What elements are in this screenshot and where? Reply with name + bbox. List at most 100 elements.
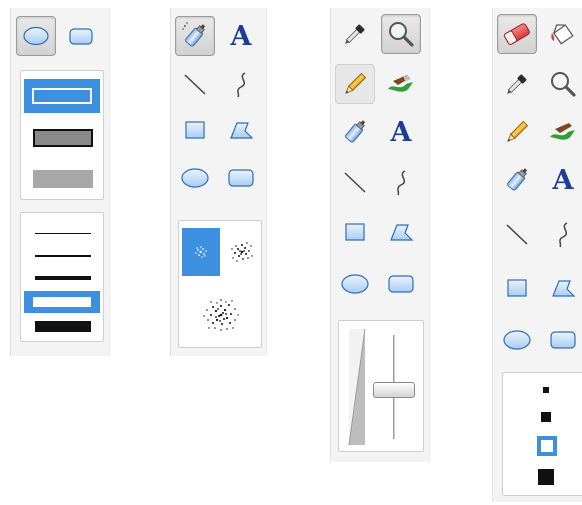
eyedropper-tool[interactable] [335, 14, 375, 54]
curve-icon [237, 72, 246, 98]
spray-large[interactable] [193, 289, 249, 341]
rounded-rect-tool[interactable] [543, 320, 582, 360]
polygon-icon [552, 280, 576, 297]
eraser-tool[interactable] [497, 14, 537, 54]
airbrush-icon [182, 22, 206, 47]
zoom-options-toolbar: A [330, 8, 430, 462]
ellipse-tool[interactable] [16, 16, 56, 56]
eyedropper-icon [507, 74, 527, 94]
rounded-rect-tool[interactable] [61, 16, 101, 56]
curve-icon [397, 170, 406, 196]
magnifier-tool[interactable] [543, 64, 582, 104]
polygon-tool[interactable] [381, 212, 421, 252]
line-icon [506, 224, 528, 245]
airbrush-icon [345, 120, 366, 143]
line-icon [344, 172, 366, 193]
shape-options-toolbar [10, 8, 110, 356]
ellipse-icon [23, 26, 49, 46]
line-width-3[interactable] [35, 276, 91, 280]
airbrush-tool[interactable] [175, 16, 215, 56]
ellipse-tool[interactable] [497, 320, 537, 360]
ellipse-tool[interactable] [335, 264, 375, 304]
magnifier-icon [389, 22, 414, 47]
fill-bucket-tool[interactable] [543, 14, 582, 54]
polygon-icon [390, 224, 414, 241]
ellipse-tool[interactable] [175, 158, 215, 198]
pencil-tool[interactable] [335, 64, 375, 104]
eyedropper-tool[interactable] [497, 64, 537, 104]
eyedropper-icon [345, 24, 365, 44]
line-width-box [20, 212, 104, 342]
spray-medium-icon [231, 242, 253, 262]
zoom-slider-box [338, 320, 424, 452]
text-tool[interactable]: A [381, 112, 421, 152]
fill-bucket-icon [551, 24, 574, 45]
zoom-slider-thumb[interactable] [373, 382, 415, 398]
eraser-size-1[interactable] [543, 387, 549, 393]
rounded-rectangle-icon [550, 331, 576, 349]
fill-style-box [20, 70, 104, 200]
brush-icon [388, 75, 413, 92]
polygon-tool[interactable] [221, 110, 261, 150]
line-width-5[interactable] [35, 321, 91, 332]
airbrush-icon [507, 168, 528, 191]
zoom-level-wedge [348, 328, 366, 446]
spray-small-icon [195, 246, 207, 258]
rounded-rect-tool[interactable] [381, 264, 421, 304]
eraser-options-toolbar: A [492, 8, 582, 502]
eraser-icon [503, 23, 530, 45]
curve-tool[interactable] [381, 162, 421, 202]
magnifier-icon [551, 72, 576, 97]
line-width-4[interactable] [24, 291, 100, 313]
pencil-icon [507, 120, 529, 142]
airbrush-tool[interactable] [497, 160, 537, 200]
line-width-2[interactable] [35, 255, 91, 257]
eraser-size-4[interactable] [538, 469, 554, 485]
brush-tool[interactable] [543, 112, 582, 152]
polygon-icon [230, 122, 254, 139]
rectangle-icon [507, 279, 527, 297]
airbrush-options-toolbar: A [170, 8, 267, 356]
airbrush-tool[interactable] [335, 112, 375, 152]
polygon-tool[interactable] [543, 268, 582, 308]
line-icon [184, 74, 206, 95]
rectangle-tool[interactable] [497, 268, 537, 308]
rectangle-tool[interactable] [175, 110, 215, 150]
text-tool[interactable]: A [221, 16, 261, 56]
rectangle-icon [185, 121, 205, 139]
text-icon: A [552, 164, 574, 196]
curve-tool[interactable] [221, 64, 261, 104]
line-tool[interactable] [335, 162, 375, 202]
pencil-tool[interactable] [497, 112, 537, 152]
spray-large-icon [203, 299, 239, 331]
fill-style-outline[interactable] [24, 79, 100, 113]
text-tool[interactable]: A [543, 160, 582, 200]
ellipse-icon [341, 274, 369, 294]
eraser-size-box [502, 372, 582, 496]
brush-icon [550, 123, 575, 140]
fill-style-outline-and-fill[interactable] [33, 129, 93, 147]
eraser-size-2[interactable] [541, 412, 551, 422]
rounded-rectangle-icon [69, 28, 93, 45]
curve-tool[interactable] [543, 214, 582, 254]
curve-icon [559, 222, 568, 248]
fill-style-fill-only[interactable] [33, 170, 93, 188]
text-icon: A [230, 20, 252, 52]
rounded-rectangle-icon [388, 275, 414, 293]
rounded-rectangle-icon [228, 169, 254, 187]
line-tool[interactable] [497, 214, 537, 254]
pencil-icon [345, 72, 367, 94]
magnifier-tool[interactable] [381, 14, 421, 54]
rounded-rect-tool[interactable] [221, 158, 261, 198]
line-width-1[interactable] [35, 233, 91, 234]
brush-tool[interactable] [381, 64, 421, 104]
rectangle-icon [345, 223, 365, 241]
eraser-size-3[interactable] [537, 436, 557, 456]
text-icon: A [390, 116, 412, 148]
rectangle-tool[interactable] [335, 212, 375, 252]
spray-medium[interactable] [225, 231, 259, 273]
ellipse-icon [503, 330, 531, 350]
ellipse-icon [181, 168, 209, 188]
spray-small[interactable] [182, 228, 220, 276]
line-tool[interactable] [175, 64, 215, 104]
